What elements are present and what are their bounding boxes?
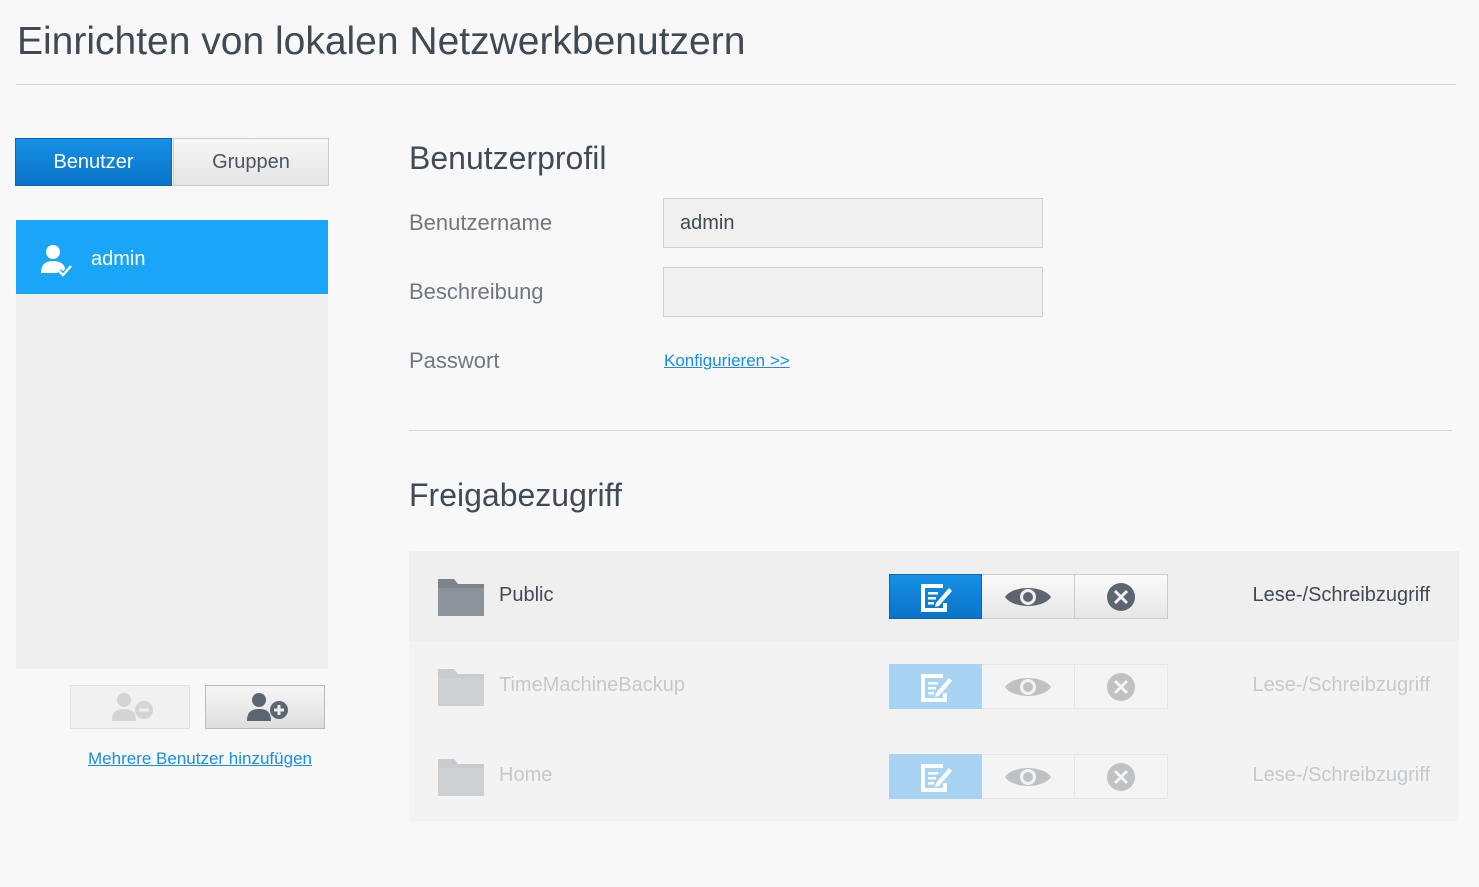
read-write-button[interactable] <box>889 574 982 619</box>
access-toggle <box>889 574 1168 619</box>
close-circle-icon <box>1107 762 1135 791</box>
read-only-button[interactable] <box>982 664 1075 709</box>
eye-icon <box>1005 677 1051 696</box>
share-access-section-title: Freigabezugriff <box>409 477 622 513</box>
description-field[interactable] <box>663 267 1043 317</box>
username-field[interactable] <box>663 198 1043 248</box>
folder-icon <box>438 669 484 706</box>
read-write-icon <box>920 583 952 612</box>
no-access-button[interactable] <box>1075 574 1168 619</box>
tab-groups[interactable]: Gruppen <box>173 138 329 186</box>
share-access-label: Lese-/Schreibzugriff <box>1252 584 1431 606</box>
access-toggle <box>889 754 1168 799</box>
share-access-label: Lese-/Schreibzugriff <box>1252 764 1431 786</box>
username-label: Benutzername <box>409 210 553 235</box>
close-circle-icon <box>1107 672 1135 701</box>
eye-icon <box>1005 767 1051 786</box>
user-list-item-label: admin <box>91 248 146 270</box>
folder-icon <box>438 579 484 616</box>
configure-password-link[interactable]: Konfigurieren >> <box>664 351 790 371</box>
profile-section-title: Benutzerprofil <box>409 140 607 176</box>
share-name: TimeMachineBackup <box>499 674 686 696</box>
add-user-icon <box>247 693 288 721</box>
share-access-label: Lese-/Schreibzugriff <box>1252 674 1431 696</box>
no-access-button[interactable] <box>1075 754 1168 799</box>
remove-user-icon <box>112 693 153 721</box>
share-row-public: Public Lese-/Schreibzugriff <box>409 551 1459 641</box>
share-row-timemachinebackup: TimeMachineBackup Lese-/Schreibzugriff <box>409 641 1459 731</box>
read-write-button[interactable] <box>889 664 982 709</box>
section-divider <box>409 430 1452 431</box>
share-name: Public <box>499 584 554 606</box>
share-name: Home <box>499 764 553 786</box>
read-only-button[interactable] <box>982 574 1075 619</box>
page-title: Einrichten von lokalen Netzwerkbenutzern <box>17 20 746 63</box>
description-label: Beschreibung <box>409 279 544 304</box>
title-divider <box>16 84 1456 85</box>
remove-user-button[interactable] <box>70 685 190 729</box>
password-label: Passwort <box>409 348 500 373</box>
tab-users[interactable]: Benutzer <box>15 138 172 186</box>
add-multiple-users-link[interactable]: Mehrere Benutzer hinzufügen <box>88 749 312 769</box>
share-row-home: Home Lese-/Schreibzugriff <box>409 731 1459 821</box>
read-only-button[interactable] <box>982 754 1075 799</box>
user-list-item-admin[interactable]: admin <box>16 220 328 294</box>
folder-icon <box>438 759 484 796</box>
close-circle-icon <box>1107 582 1135 611</box>
add-user-button[interactable] <box>205 685 325 729</box>
no-access-button[interactable] <box>1075 664 1168 709</box>
read-write-icon <box>920 763 952 792</box>
eye-icon <box>1005 587 1051 606</box>
read-write-icon <box>920 673 952 702</box>
access-toggle <box>889 664 1168 709</box>
read-write-button[interactable] <box>889 754 982 799</box>
user-check-icon <box>41 245 73 279</box>
